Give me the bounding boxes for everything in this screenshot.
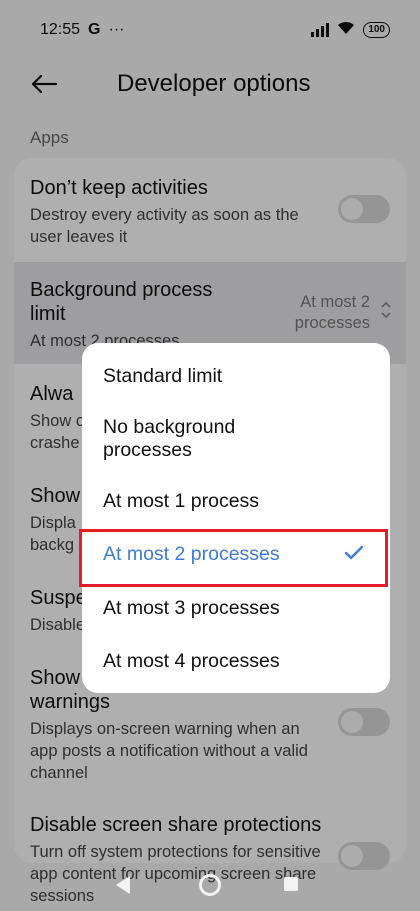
nav-home-icon[interactable] — [199, 874, 221, 896]
option-standard-limit[interactable]: Standard limit — [103, 365, 373, 388]
selection-highlight-box — [79, 529, 388, 587]
option-no-background-processes[interactable]: No background processes — [103, 416, 263, 462]
option-at-most-1-process[interactable]: At most 1 process — [103, 490, 373, 513]
nav-recents-icon[interactable] — [284, 877, 298, 891]
nav-back-icon[interactable] — [116, 876, 130, 894]
process-limit-dialog: Standard limit No background processes A… — [82, 343, 390, 693]
navigation-bar — [0, 868, 420, 908]
option-at-most-4-processes[interactable]: At most 4 processes — [103, 650, 373, 673]
option-at-most-3-processes[interactable]: At most 3 processes — [103, 597, 373, 620]
